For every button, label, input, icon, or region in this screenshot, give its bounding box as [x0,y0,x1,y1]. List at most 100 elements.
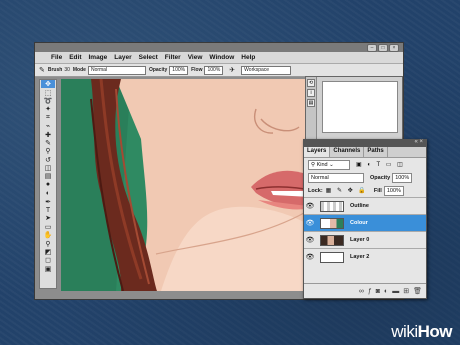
minimize-icon[interactable]: – [367,44,377,52]
watermark-how: How [417,322,453,341]
wikihow-watermark: wikiHow [391,322,452,342]
layer-name: Outline [350,203,369,209]
lock-row: Lock: ▦ ✎ ✥ 🔒 Fill 100% [304,184,426,197]
path-select-icon[interactable]: ➤ [41,214,55,222]
lock-label: Lock: [308,187,323,194]
folder-icon[interactable]: ▬ [392,288,399,295]
brush-label: Brush [47,67,63,73]
airbrush-icon[interactable]: ✈ [229,66,235,74]
menu-bar: File Edit Image Layer Select Filter View… [35,52,403,64]
layer-row-layer-0[interactable]: 👁 Layer 0 [304,231,426,248]
filter-row: ⚲ Kind ⌄ ▣ ◐ T ▭ ◫ [304,158,426,171]
type-tool-icon[interactable]: T [41,206,55,214]
eye-icon[interactable]: 👁 [304,236,316,244]
workspace-select[interactable]: Workspace [241,65,292,75]
layer-thumbnail [320,200,344,212]
brush-tool-icon[interactable]: ✎ [39,66,45,74]
blend-row: Normal Opacity 100% [304,171,426,184]
mask-icon[interactable]: ◙ [376,288,380,295]
new-layer-icon[interactable]: ⊞ [403,287,409,295]
layer-name: Layer 2 [350,254,370,260]
fill-label: Fill [373,187,382,194]
mode-select[interactable]: Normal [87,65,146,75]
mode-label: Mode [72,67,86,73]
brush-size[interactable]: 30 [64,67,70,73]
lasso-tool-icon[interactable]: ➰ [41,97,55,105]
eye-icon[interactable]: 👁 [304,219,316,227]
quick-mask-icon[interactable]: ◻ [41,256,55,264]
gradient-icon[interactable]: ▤ [41,172,55,180]
layer-name: Colour [350,220,368,226]
zoom-tool-icon[interactable]: ⚲ [41,239,55,248]
layer-thumbnail [320,251,344,263]
menu-window[interactable]: Window [209,54,234,61]
dodge-icon[interactable]: ◐ [41,189,55,197]
close-icon[interactable]: × [389,44,399,52]
collapse-icon[interactable]: « × [414,139,423,145]
flow-label: Flow [191,67,203,73]
layer-thumbnail [320,217,344,229]
opacity-field[interactable]: 100% [392,172,413,183]
layer-row-outline[interactable]: 👁 Outline [304,197,426,214]
layer-thumbnail [320,234,344,246]
menu-file[interactable]: File [51,54,62,61]
flow-field[interactable]: 100% [204,65,224,75]
pen-icon[interactable]: ✒ [41,197,55,206]
blend-mode-select[interactable]: Normal [308,172,364,183]
healing-brush-icon[interactable]: ✚ [41,130,55,139]
tab-channels[interactable]: Channels [330,147,365,157]
filter-icons[interactable]: ▣ ◐ T ▭ ◫ [356,161,405,168]
hand-tool-icon[interactable]: ✋ [41,231,55,239]
menu-help[interactable]: Help [241,54,255,61]
tab-layers[interactable]: Layers [304,147,331,157]
tab-paths[interactable]: Paths [364,147,388,157]
document-canvas[interactable] [61,79,316,291]
link-icon[interactable]: ∞ [359,288,364,295]
tools-panel: ✥ ⬚ ➰ ✦ ⌗ ⌁ ✚ ✎ ⚲ ↺ ◫ ▤ ● ◐ ✒ T ➤ ▭ ✋ ⚲ … [39,79,57,289]
watermark-wiki: wiki [391,322,418,341]
history-icon[interactable]: ⟲ [307,79,315,87]
opacity-field[interactable]: 100% [169,65,189,75]
panel-tabs: Layers Channels Paths [304,147,426,158]
layer-row-colour[interactable]: 👁 Colour [304,214,426,231]
lock-icons[interactable]: ▦ ✎ ✥ 🔒 [326,187,368,194]
brush-icon[interactable]: ✎ [41,139,55,147]
menu-edit[interactable]: Edit [69,54,81,61]
history-brush-icon[interactable]: ↺ [41,156,55,164]
eye-icon[interactable]: 👁 [304,202,316,210]
opacity-label: Opacity [370,174,391,181]
adjustment-icon[interactable]: ◐ [384,288,388,295]
menu-layer[interactable]: Layer [114,54,131,61]
menu-select[interactable]: Select [139,54,158,61]
navigator-preview [322,81,398,133]
layers-footer: ∞ ƒ ◙ ◐ ▬ ⊞ 🗑 [304,283,426,298]
menu-image[interactable]: Image [88,54,107,61]
move-tool-icon[interactable]: ✥ [41,80,55,89]
eye-icon[interactable]: 👁 [304,253,316,261]
eraser-icon[interactable]: ◫ [41,164,55,172]
title-bar: – □ × [35,43,403,52]
clone-stamp-icon[interactable]: ⚲ [41,147,55,155]
maximize-icon[interactable]: □ [378,44,388,52]
portrait-illustration [61,79,316,291]
opacity-label: Opacity [148,67,168,73]
menu-filter[interactable]: Filter [165,54,181,61]
panel-header: « × [304,139,426,147]
magic-wand-icon[interactable]: ✦ [41,105,55,113]
color-swatches-icon[interactable]: ◩ [41,248,55,256]
fx-icon[interactable]: ƒ [368,288,372,295]
properties-icon[interactable]: ▤ [307,99,315,107]
menu-view[interactable]: View [188,54,203,61]
marquee-tool-icon[interactable]: ⬚ [41,88,55,97]
blur-icon[interactable]: ● [41,181,55,189]
info-icon[interactable]: i [307,89,315,97]
fill-field[interactable]: 100% [383,185,404,196]
screen-mode-icon[interactable]: ▣ [41,265,55,273]
crop-tool-icon[interactable]: ⌗ [41,114,55,122]
trash-icon[interactable]: 🗑 [413,287,422,295]
eyedropper-icon[interactable]: ⌁ [41,122,55,130]
kind-select[interactable]: ⚲ Kind ⌄ [308,159,350,170]
layer-row-layer-2[interactable]: 👁 Layer 2 [304,248,426,265]
shape-tool-icon[interactable]: ▭ [41,223,55,231]
layer-name: Layer 0 [350,237,370,243]
